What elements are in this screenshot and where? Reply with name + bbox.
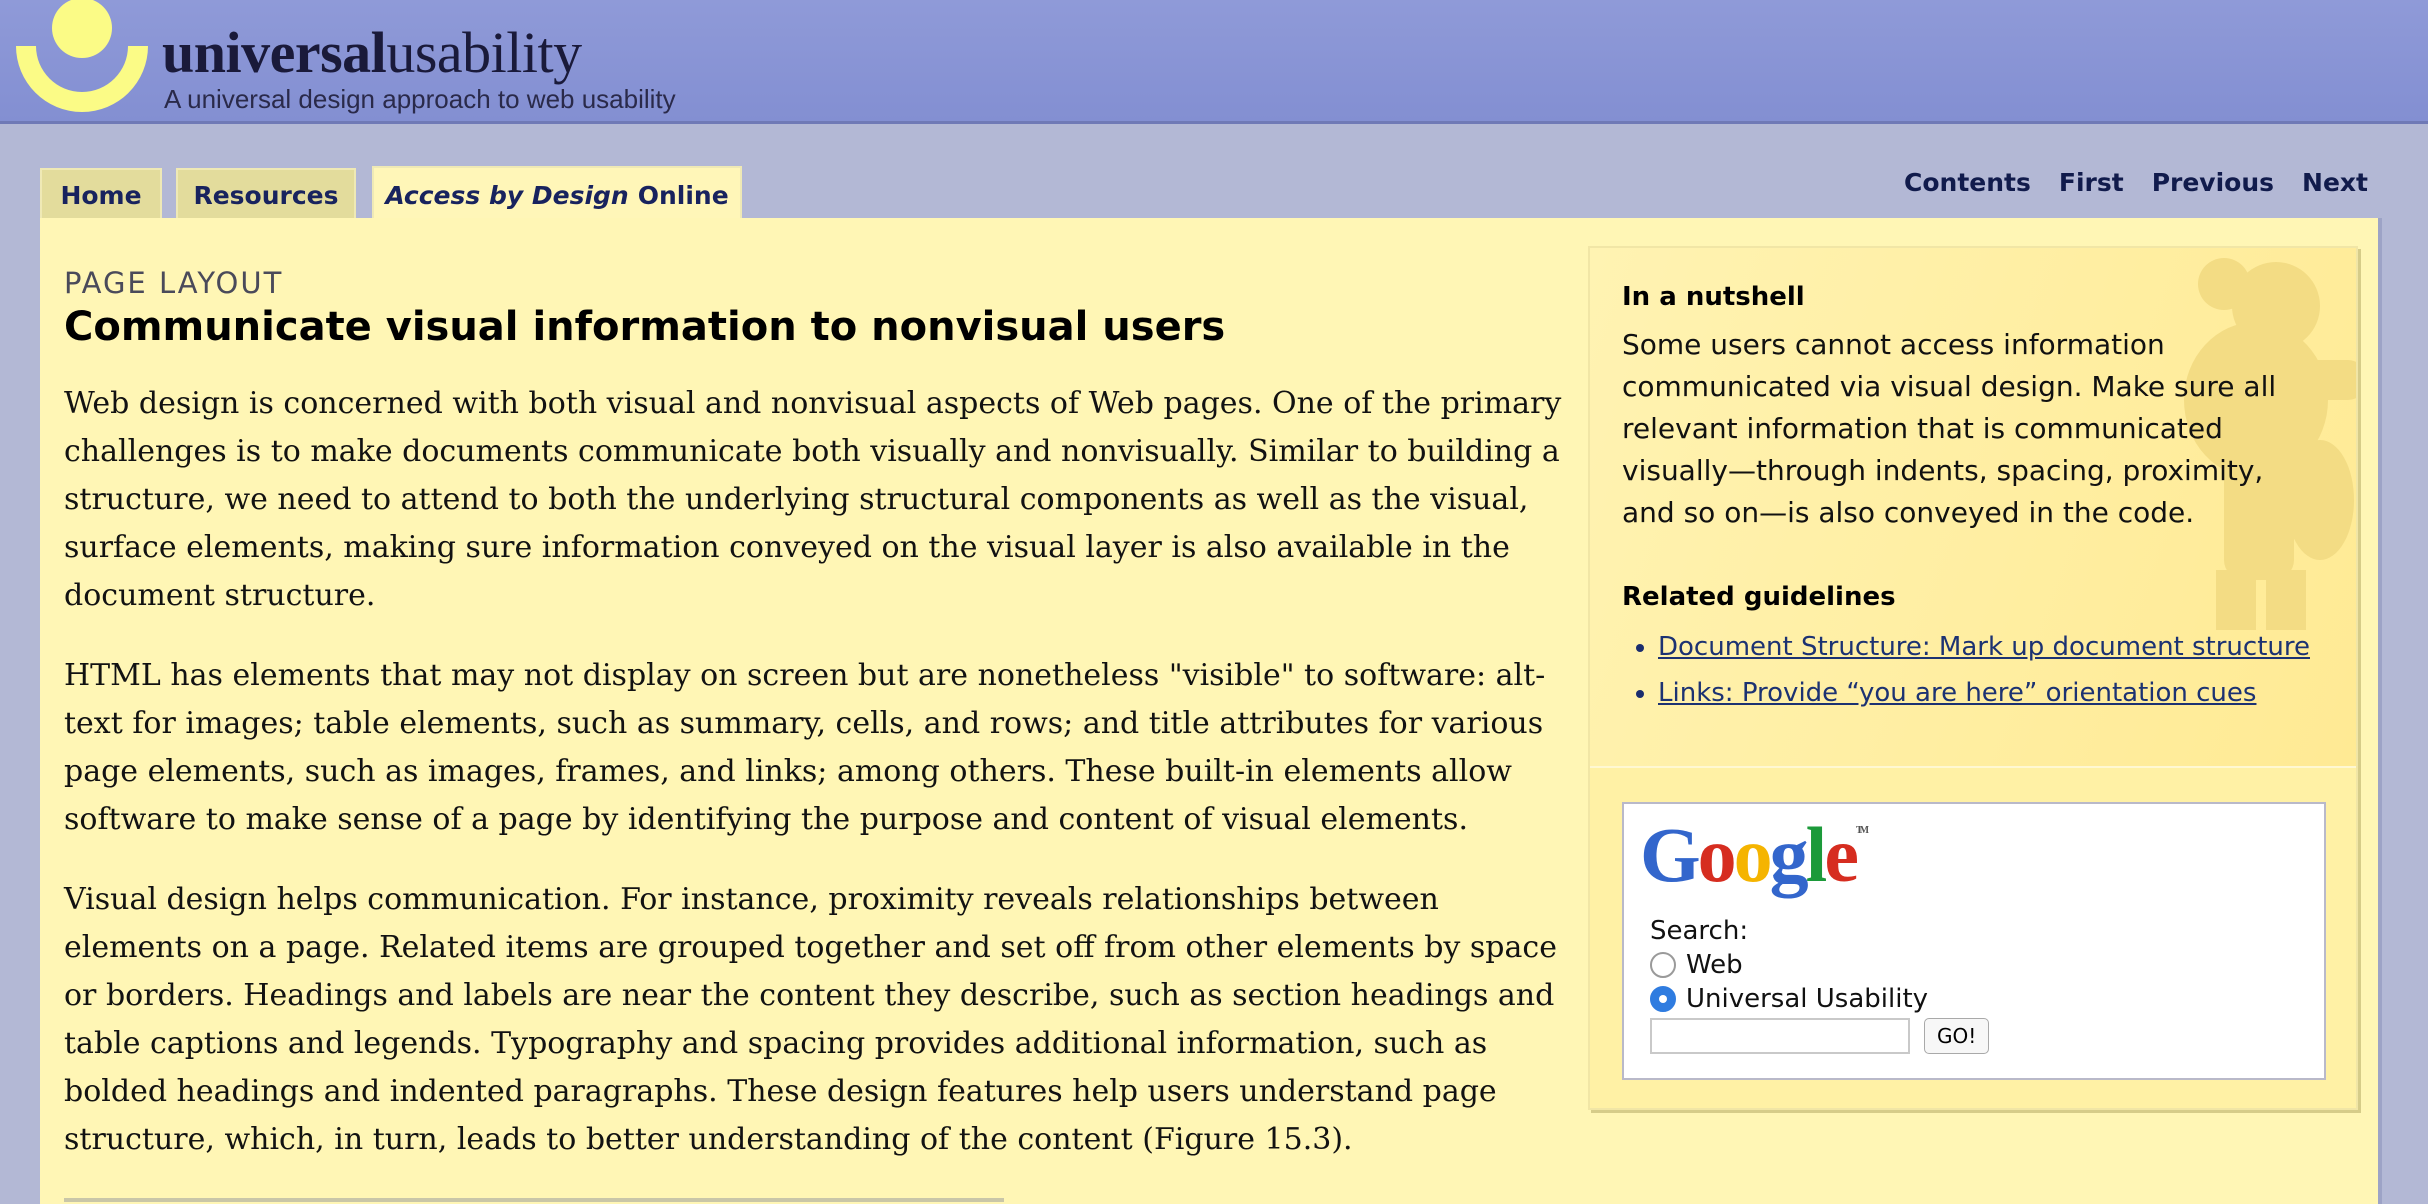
brand-bold: universal — [162, 20, 387, 85]
google-logo-letter: G — [1640, 811, 1701, 898]
list-item: Document Structure: Mark up document str… — [1658, 624, 2310, 670]
nav-first-link[interactable]: First — [2059, 168, 2124, 197]
tab-home-label: Home — [60, 180, 142, 210]
tab-access-by-design-online[interactable]: Access by Design Online — [372, 166, 742, 222]
radio-option-web[interactable]: Web — [1650, 950, 1743, 980]
radio-universal-usability[interactable] — [1650, 986, 1676, 1012]
search-label: Search: — [1650, 916, 1749, 946]
site-tagline: A universal design approach to web usabi… — [164, 84, 676, 114]
google-logo-letter: o — [1697, 811, 1737, 898]
site-brand[interactable]: universalusability — [162, 24, 582, 82]
related-guidelines-heading: Related guidelines — [1622, 582, 1896, 612]
related-link-document-structure[interactable]: Document Structure: Mark up document str… — [1658, 632, 2310, 662]
nutshell-heading: In a nutshell — [1622, 282, 1805, 312]
nutshell-text: Some users cannot access information com… — [1622, 328, 2277, 529]
nav-next-link[interactable]: Next — [2302, 168, 2368, 197]
page-title: Communicate visual information to nonvis… — [64, 304, 1226, 350]
article-paragraph: Web design is concerned with both visual… — [64, 386, 1562, 613]
tab-resources[interactable]: Resources — [176, 168, 356, 220]
radio-web-label: Web — [1686, 950, 1743, 980]
tab-home[interactable]: Home — [40, 168, 162, 220]
nav-contents-link[interactable]: Contents — [1904, 168, 2031, 197]
google-logo[interactable]: GoogleTM — [1640, 816, 1869, 894]
radio-universal-usability-label: Universal Usability — [1686, 984, 1929, 1014]
site-header: universalusability A universal design ap… — [0, 0, 2428, 124]
article-paragraph: Visual design helps communication. For i… — [64, 882, 1557, 1157]
tab-resources-label: Resources — [193, 180, 339, 210]
brand-light: usability — [386, 20, 582, 85]
google-logo-letter: g — [1769, 811, 1809, 898]
related-guidelines-list: Document Structure: Mark up document str… — [1658, 624, 2310, 716]
article-body: Web design is concerned with both visual… — [64, 380, 1584, 1196]
related-link-orientation-cues[interactable]: Links: Provide “you are here” orientatio… — [1658, 678, 2256, 708]
search-input[interactable] — [1650, 1018, 1910, 1054]
google-logo-letter: e — [1824, 811, 1859, 898]
content-panel: PAGE LAYOUT Communicate visual informati… — [40, 218, 2378, 1204]
page-nav: Contents First Previous Next — [1904, 168, 2368, 197]
list-item: Links: Provide “you are here” orientatio… — [1658, 670, 2310, 716]
figure-top-border — [64, 1198, 1004, 1202]
tab-abd-label-online: Online — [637, 180, 729, 210]
google-trademark: TM — [1855, 825, 1869, 836]
google-search-box: GoogleTM Search: Web Universal Usability… — [1622, 802, 2326, 1080]
tab-abd-label-italic: Access by Design — [385, 180, 629, 210]
google-logo-letter: o — [1733, 811, 1773, 898]
sidebar: In a nutshell Some users cannot access i… — [1588, 246, 2358, 1110]
radio-option-universal-usability[interactable]: Universal Usability — [1650, 984, 1928, 1014]
search-go-button[interactable]: GO! — [1924, 1018, 1990, 1054]
google-logo-letter: l — [1805, 811, 1828, 898]
radio-web[interactable] — [1650, 952, 1676, 978]
article-paragraph: HTML has elements that may not display o… — [64, 658, 1546, 837]
section-kicker: PAGE LAYOUT — [64, 266, 284, 300]
nutshell-box: In a nutshell Some users cannot access i… — [1590, 248, 2356, 768]
nav-previous-link[interactable]: Previous — [2152, 168, 2274, 197]
universal-usability-logo-icon[interactable] — [10, 0, 150, 116]
